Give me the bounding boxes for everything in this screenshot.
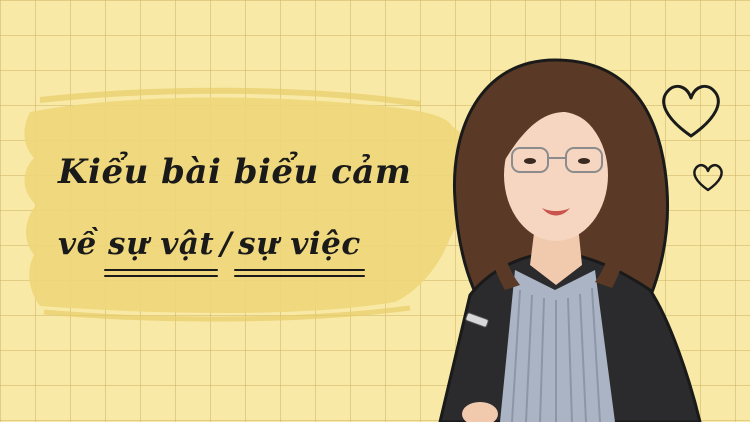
video-thumbnail: Kiểu bài biểu cảm về sự vật / sự việc — [0, 0, 750, 422]
presenter-photo — [438, 58, 702, 422]
heart-outline-icon — [662, 84, 720, 138]
heart-outline-icon — [693, 163, 723, 192]
